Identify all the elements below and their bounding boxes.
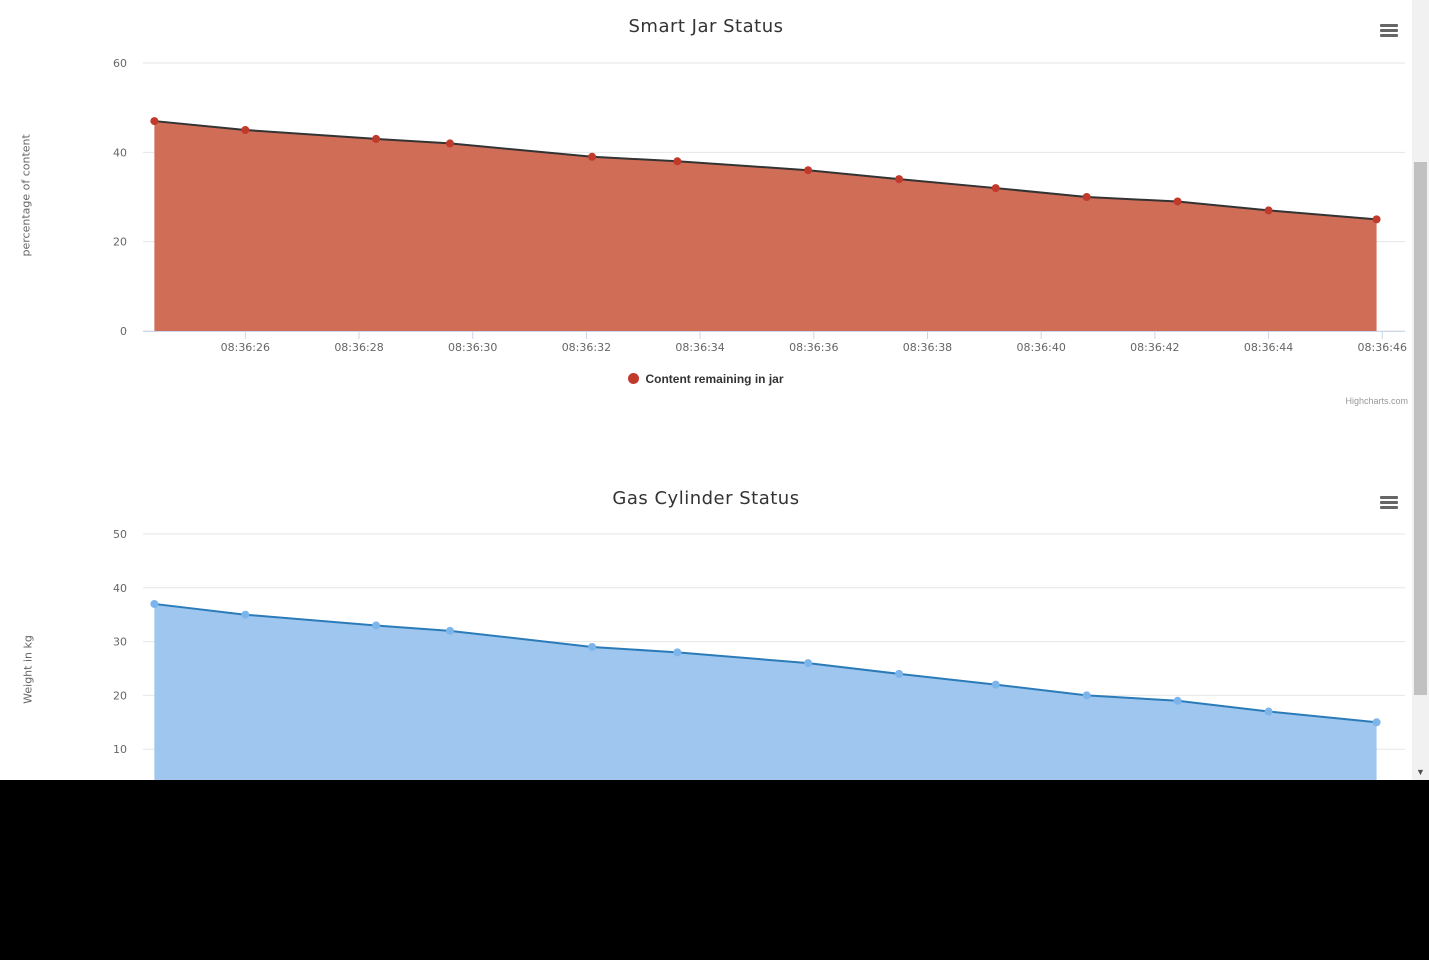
data-point[interactable] xyxy=(1372,215,1381,224)
data-point[interactable] xyxy=(1264,707,1273,716)
data-point[interactable] xyxy=(895,669,904,678)
x-tick-label: 08:36:34 xyxy=(675,341,724,354)
data-point[interactable] xyxy=(588,642,597,651)
y-tick-label: 60 xyxy=(113,57,127,70)
smart-jar-chart: Smart Jar Status percentage of content 0… xyxy=(0,0,1412,420)
x-tick-label: 08:36:30 xyxy=(448,341,497,354)
y-tick-label: 0 xyxy=(120,325,127,338)
data-point[interactable] xyxy=(1372,718,1381,727)
data-point[interactable] xyxy=(445,626,454,635)
series-area xyxy=(154,603,1377,780)
x-tick-label: 08:36:26 xyxy=(221,341,270,354)
x-tick-label: 08:36:36 xyxy=(789,341,838,354)
data-point[interactable] xyxy=(150,599,159,608)
y-tick-label: 10 xyxy=(113,743,127,756)
x-tick-label: 08:36:40 xyxy=(1016,341,1065,354)
data-point[interactable] xyxy=(673,648,682,657)
scrollbar-thumb[interactable] xyxy=(1414,162,1427,695)
credits-link[interactable]: Highcharts.com xyxy=(1345,396,1408,406)
legend-item[interactable]: Content remaining in jar xyxy=(0,372,1412,386)
data-point[interactable] xyxy=(150,117,159,126)
browser-viewport: Smart Jar Status percentage of content 0… xyxy=(0,0,1429,780)
x-tick-label: 08:36:28 xyxy=(334,341,383,354)
x-tick-label: 08:36:42 xyxy=(1130,341,1179,354)
data-point[interactable] xyxy=(1082,691,1091,700)
data-point[interactable] xyxy=(372,134,381,143)
vertical-scrollbar[interactable]: ▼ xyxy=(1412,0,1429,780)
data-point[interactable] xyxy=(1173,696,1182,705)
y-tick-label: 30 xyxy=(113,636,127,649)
data-point[interactable] xyxy=(804,659,813,668)
data-point[interactable] xyxy=(241,126,250,134)
y-tick-label: 20 xyxy=(113,689,127,702)
x-tick-label: 08:36:44 xyxy=(1244,341,1293,354)
x-tick-label: 08:36:32 xyxy=(562,341,611,354)
data-point[interactable] xyxy=(445,139,454,148)
data-point[interactable] xyxy=(241,610,250,619)
y-tick-label: 40 xyxy=(113,146,127,159)
data-point[interactable] xyxy=(1082,193,1091,201)
chart-plot: 0 20 40 60 08:36:26 08:36:28 08:36:30 08:36:32 0… xyxy=(113,57,1407,354)
page-content: Smart Jar Status percentage of content 0… xyxy=(0,0,1412,780)
data-point[interactable] xyxy=(1264,206,1273,215)
chart-plot: 10 20 30 40 50 xyxy=(113,528,1405,780)
data-point[interactable] xyxy=(588,152,597,161)
legend-label: Content remaining in jar xyxy=(645,372,784,386)
y-tick-label: 40 xyxy=(113,582,127,595)
data-point[interactable] xyxy=(1173,197,1182,206)
gas-cylinder-chart: Gas Cylinder Status Weight in kg 10 20 30 4… xyxy=(0,470,1412,780)
data-point[interactable] xyxy=(372,621,381,630)
x-tick-label: 08:36:38 xyxy=(903,341,952,354)
y-tick-label: 20 xyxy=(113,236,127,249)
data-point[interactable] xyxy=(991,680,1000,689)
data-point[interactable] xyxy=(895,175,904,184)
data-point[interactable] xyxy=(673,157,682,166)
x-tick-label: 08:36:46 xyxy=(1358,341,1407,354)
scroll-down-arrow-icon[interactable]: ▼ xyxy=(1412,764,1429,780)
data-point[interactable] xyxy=(804,166,813,175)
data-point[interactable] xyxy=(991,184,1000,193)
legend-marker-icon xyxy=(628,373,640,384)
y-tick-label: 50 xyxy=(113,528,127,541)
